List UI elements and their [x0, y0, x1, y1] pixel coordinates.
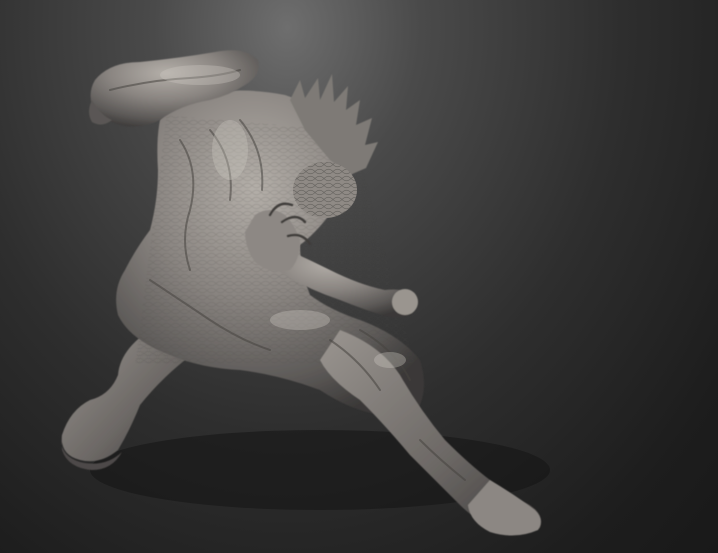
creature-sculpt-render [61, 50, 550, 536]
sculpt-viewport[interactable] [0, 0, 718, 553]
